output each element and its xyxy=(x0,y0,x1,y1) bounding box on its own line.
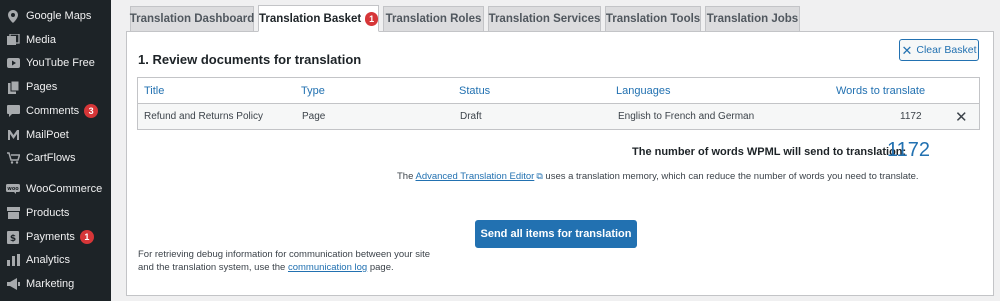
sidebar-item-analytics[interactable]: Analytics xyxy=(0,249,111,271)
sidebar-item-mailpoet[interactable]: MailPoet xyxy=(0,124,111,146)
row-status: Draft xyxy=(460,111,482,122)
sidebar-item-marketing[interactable]: Marketing xyxy=(0,273,111,295)
tab-translation-roles[interactable]: Translation Roles xyxy=(383,6,484,31)
communication-log-link[interactable]: communication log xyxy=(288,262,367,273)
sidebar-item-payments[interactable]: $ Payments 1 xyxy=(0,226,111,248)
total-words-label: The number of words WPML will send to tr… xyxy=(632,146,907,158)
sidebar-item-youtube-free[interactable]: YouTube Free xyxy=(0,52,111,74)
column-header-words[interactable]: Words to translate xyxy=(836,78,925,103)
row-type: Page xyxy=(302,111,326,122)
admin-sidebar: Google Maps Media YouTube Free Pages Com… xyxy=(0,0,111,301)
sidebar-item-google-maps[interactable]: Google Maps xyxy=(0,5,111,27)
sidebar-item-products[interactable]: Products xyxy=(0,202,111,224)
sidebar-item-media[interactable]: Media xyxy=(0,29,111,51)
sidebar-item-label: Payments xyxy=(26,231,75,243)
send-all-items-button[interactable]: Send all items for translation xyxy=(475,220,637,248)
total-words-value: 1172 xyxy=(887,139,931,161)
sidebar-item-label: MailPoet xyxy=(26,129,69,141)
column-header-status[interactable]: Status xyxy=(459,78,490,103)
svg-text:$: $ xyxy=(10,234,16,244)
sidebar-item-cartflows[interactable]: CartFlows xyxy=(0,147,111,169)
pages-icon xyxy=(6,80,20,94)
row-languages: English to French and German xyxy=(618,111,755,122)
tab-label: Translation Basket xyxy=(259,12,362,25)
tab-label: Translation Roles xyxy=(385,13,482,25)
sidebar-item-label: CartFlows xyxy=(26,152,76,164)
svg-text:woo: woo xyxy=(7,186,19,192)
column-header-languages[interactable]: Languages xyxy=(616,78,670,103)
close-icon: ✕ xyxy=(901,42,913,58)
sidebar-item-label: Marketing xyxy=(26,278,75,290)
tab-translation-basket[interactable]: Translation Basket 1 xyxy=(258,5,379,32)
section-title: 1. Review documents for translation xyxy=(138,52,362,67)
sidebar-item-label: Google Maps xyxy=(26,10,92,22)
sidebar-item-label: Pages xyxy=(26,81,58,93)
clear-basket-label: Clear Basket xyxy=(916,44,977,56)
sidebar-item-label: YouTube Free xyxy=(26,57,95,69)
column-header-type[interactable]: Type xyxy=(301,78,325,103)
basket-count-badge: 1 xyxy=(365,11,378,26)
sidebar-item-label: Products xyxy=(26,207,70,219)
tab-label: Translation Tools xyxy=(605,13,701,25)
comments-count-badge: 3 xyxy=(84,104,99,118)
sidebar-item-pages[interactable]: Pages xyxy=(0,76,111,98)
tab-label: Translation Jobs xyxy=(706,13,799,25)
ate-note-suffix: uses a translation memory, which can red… xyxy=(545,171,919,182)
tab-translation-dashboard[interactable]: Translation Dashboard xyxy=(130,6,254,31)
ate-note-prefix: The xyxy=(397,171,414,182)
table-row: Refund and Returns Policy Page Draft Eng… xyxy=(138,104,979,129)
sidebar-item-label: Comments xyxy=(26,105,80,117)
tab-label: Translation Services xyxy=(488,13,601,25)
sidebar-item-label: WooCommerce xyxy=(26,183,103,195)
mailpoet-icon xyxy=(6,128,20,142)
sidebar-item-label: Media xyxy=(26,34,56,46)
remove-item-icon[interactable]: ✕ xyxy=(955,104,968,129)
payments-count-badge: 1 xyxy=(79,230,94,244)
table-header: Title Type Status Languages Words to tra… xyxy=(138,78,979,104)
tab-translation-services[interactable]: Translation Services xyxy=(488,6,601,31)
cartflows-icon xyxy=(6,151,20,165)
analytics-icon xyxy=(6,253,20,267)
marketing-icon xyxy=(6,277,20,291)
column-header-title[interactable]: Title xyxy=(144,78,164,103)
external-link-icon: ⧉ xyxy=(536,171,543,181)
debug-suffix: page. xyxy=(369,262,394,273)
row-words: 1172 xyxy=(900,111,922,122)
youtube-icon xyxy=(6,56,20,70)
products-icon xyxy=(6,206,20,220)
tab-translation-jobs[interactable]: Translation Jobs xyxy=(705,6,800,31)
clear-basket-button[interactable]: ✕ Clear Basket xyxy=(899,39,979,61)
advanced-translation-editor-link[interactable]: Advanced Translation Editor xyxy=(416,171,535,182)
media-icon xyxy=(6,33,20,47)
sidebar-item-comments[interactable]: Comments 3 xyxy=(0,100,111,122)
sidebar-item-woocommerce[interactable]: woo WooCommerce xyxy=(0,178,111,200)
ate-note: The Advanced Translation Editor ⧉ uses a … xyxy=(397,171,919,182)
basket-table: Title Type Status Languages Words to tra… xyxy=(137,77,980,130)
tab-translation-tools[interactable]: Translation Tools xyxy=(605,6,701,31)
debug-info-text: For retrieving debug information for com… xyxy=(138,248,438,274)
row-title: Refund and Returns Policy xyxy=(144,111,263,122)
comments-icon xyxy=(6,104,20,118)
sidebar-item-label: Analytics xyxy=(26,254,71,266)
map-pin-icon xyxy=(6,9,20,23)
woocommerce-icon: woo xyxy=(6,182,20,196)
translation-basket-panel: ✕ Clear Basket 1. Review documents for t… xyxy=(126,31,994,296)
payments-icon: $ xyxy=(6,230,20,244)
tab-label: Translation Dashboard xyxy=(129,13,255,25)
